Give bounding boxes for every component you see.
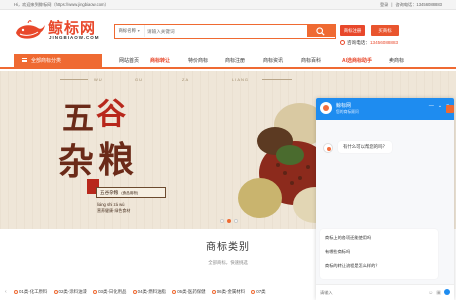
category-item[interactable]: 01类-化工原料 bbox=[14, 289, 47, 294]
agent-name: 鲸标网 bbox=[336, 103, 352, 109]
chevron-down-icon[interactable]: ⌄ bbox=[438, 103, 442, 109]
product-pinyin: liáng shi zá wù bbox=[97, 202, 125, 207]
faq-item[interactable]: 商标的转让流程是怎么样的？ bbox=[325, 263, 379, 269]
welcome-text: Hi，欢迎来到鲸标网（https://www.jingbiaow.com） bbox=[14, 2, 109, 7]
chat-input-bar: ☺▣ bbox=[316, 284, 454, 300]
phone-number: 13456088883 bbox=[369, 40, 399, 45]
category-item[interactable]: 06类-金属材料 bbox=[211, 289, 245, 294]
chat-tools: ☺ ▣ bbox=[425, 289, 450, 296]
faq-card: 商标上的各项还能使用吗 有哪些商标吗 商标的转让流程是怎么样的？ bbox=[320, 229, 438, 279]
logo-domain: JINGBIAOW.COM bbox=[49, 35, 100, 40]
banner-char-za: 杂 bbox=[58, 141, 95, 183]
agent-role: 您的商标顾问 bbox=[336, 110, 359, 114]
category-item[interactable]: 05类-医药保健 bbox=[172, 289, 206, 294]
phone-icon bbox=[340, 40, 345, 45]
banner-roman-liang: LIANG bbox=[232, 77, 250, 82]
category-item[interactable]: 07类 bbox=[251, 289, 266, 294]
carousel-dot[interactable] bbox=[220, 219, 225, 223]
carousel-dot[interactable] bbox=[233, 219, 238, 223]
agent-avatar bbox=[320, 102, 332, 114]
menu-icon bbox=[22, 58, 27, 62]
category-item[interactable]: 03类-日化用品 bbox=[93, 289, 126, 294]
top-bar: Hi，欢迎来到鲸标网（https://www.jingbiaow.com） 登录… bbox=[0, 0, 456, 10]
whale-icon bbox=[16, 20, 45, 39]
product-tagline: 营养健康·绿色食材 bbox=[97, 208, 131, 213]
chat-input[interactable] bbox=[320, 288, 400, 297]
banner-roman-gu: GU bbox=[135, 77, 143, 82]
nav-special[interactable]: 特价商标 bbox=[188, 57, 208, 64]
nav-sell[interactable]: 卖商标 bbox=[389, 57, 404, 64]
search-bar: 商标名称▼ bbox=[114, 24, 336, 39]
login-link[interactable]: 登录 bbox=[380, 2, 388, 7]
emoji-icon[interactable]: ☺ bbox=[428, 290, 433, 296]
search-icon bbox=[316, 27, 325, 36]
banner-char-liang: 粮 bbox=[98, 139, 135, 181]
site-logo[interactable]: 鲸标网 JINGBIAOW.COM bbox=[14, 16, 114, 48]
faq-item[interactable]: 商标上的各项还能使用吗 bbox=[325, 235, 371, 241]
top-bar-right: 登录 | 咨询电话：13456088883 bbox=[377, 2, 442, 8]
chat-widget: 鲸标网 您的商标顾问 —⌄× 有什么可以帮您的吗？ 商标上的各项还能使用吗 有哪… bbox=[316, 98, 454, 300]
carousel-dot-active[interactable] bbox=[227, 219, 232, 223]
all-categories-button[interactable]: 全部商标分类 bbox=[14, 54, 102, 69]
buy-trademark-button[interactable]: 买商标 bbox=[371, 25, 399, 36]
search-input[interactable] bbox=[147, 26, 277, 36]
consult-phone: 咨询电话：13456088883 bbox=[340, 40, 398, 46]
nav-news[interactable]: 商标资讯 bbox=[263, 57, 283, 64]
nav-ai-assistant[interactable]: AI选商标助手 bbox=[342, 57, 372, 64]
carousel-dots bbox=[219, 219, 239, 225]
divider: | bbox=[391, 2, 393, 7]
nav-transfer[interactable]: 商标转让 bbox=[150, 57, 170, 64]
nav-wiki[interactable]: 商标百科 bbox=[301, 57, 321, 64]
send-button[interactable] bbox=[444, 289, 450, 295]
agent-avatar bbox=[323, 143, 333, 153]
category-list: 01类-化工原料 02类-涂料油漆 03类-日化用品 04类-燃料油脂 05类-… bbox=[14, 289, 314, 299]
chat-header: 鲸标网 您的商标顾问 —⌄× bbox=[316, 98, 454, 120]
side-float-button[interactable] bbox=[446, 105, 454, 113]
chat-message: 有什么可以帮您的吗？ bbox=[338, 141, 392, 153]
nav-register[interactable]: 商标注册 bbox=[225, 57, 245, 64]
category-item[interactable]: 04类-燃料油脂 bbox=[132, 289, 166, 294]
search-button[interactable] bbox=[307, 25, 335, 38]
chevron-left-icon[interactable]: ‹ bbox=[5, 289, 7, 295]
chat-messages: 有什么可以帮您的吗？ 商标上的各项还能使用吗 有哪些商标吗 商标的转让流程是怎么… bbox=[316, 120, 454, 284]
faq-item[interactable]: 有哪些商标吗 bbox=[325, 249, 350, 255]
search-category-select[interactable]: 商标名称▼ bbox=[115, 25, 145, 38]
banner-roman-za: ZA bbox=[182, 77, 190, 82]
category-item[interactable]: 02类-涂料油漆 bbox=[53, 289, 87, 294]
chevron-down-icon: ▼ bbox=[137, 29, 141, 33]
image-icon[interactable]: ▣ bbox=[436, 290, 441, 296]
register-trademark-button[interactable]: 商标注册 bbox=[340, 25, 365, 36]
main-nav: 全部商标分类 网站首页 商标转让 特价商标 商标注册 商标资讯 商标百科 AI选… bbox=[0, 53, 456, 69]
banner-char-gu: 谷 bbox=[96, 97, 126, 132]
hotline-text: 咨询电话：13456088883 bbox=[395, 2, 442, 7]
banner-roman-wu: WU bbox=[94, 77, 103, 82]
nav-home[interactable]: 网站首页 bbox=[119, 57, 139, 64]
minimize-icon[interactable]: — bbox=[429, 103, 434, 109]
product-name-box: 五谷杂粮 (食品用粉) bbox=[96, 187, 166, 198]
